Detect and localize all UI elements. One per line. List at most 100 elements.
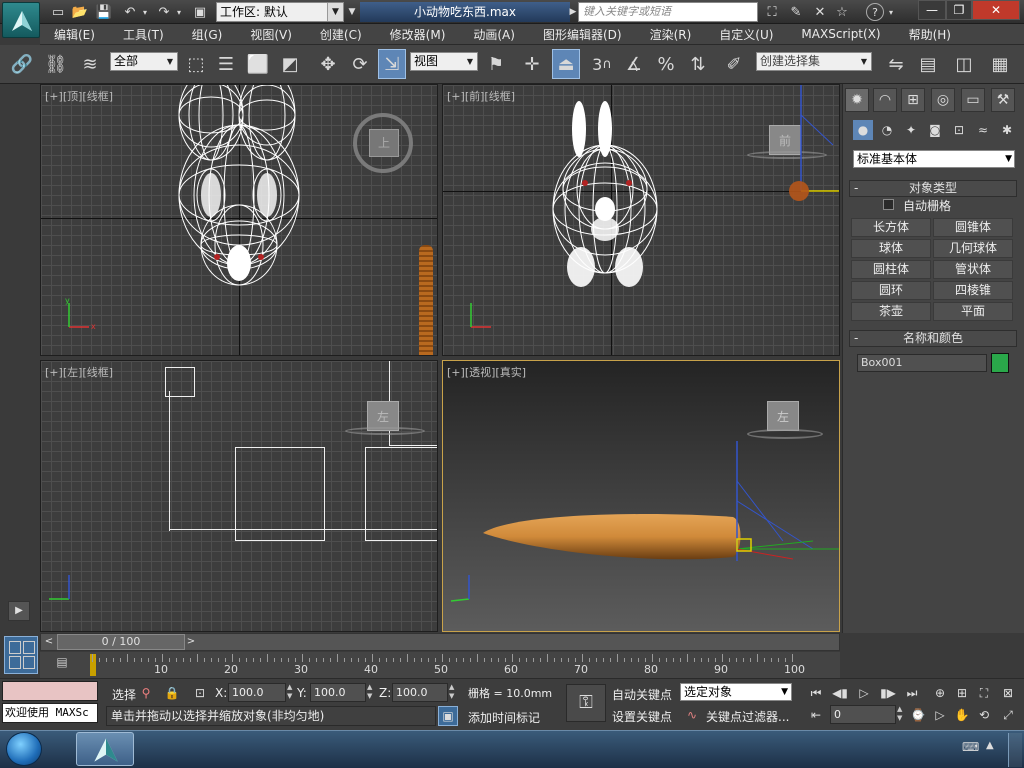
viewport-name-menu[interactable]: [左] bbox=[63, 366, 83, 379]
selection-lock-icon[interactable]: 🔒 bbox=[162, 683, 182, 703]
reference-coord-select[interactable]: 视图 ▼ bbox=[410, 52, 478, 71]
set-key-button[interactable]: 设置关键点 bbox=[612, 708, 672, 725]
isolate-selection-icon[interactable]: ⚲ bbox=[136, 683, 156, 703]
menu-graph-editors[interactable]: 图形编辑器(D) bbox=[529, 26, 636, 43]
systems-icon[interactable]: ✱ bbox=[997, 120, 1017, 140]
select-by-name-icon[interactable]: ☰ bbox=[212, 49, 240, 79]
snaps-toggle-icon[interactable]: 3 ∩ bbox=[588, 49, 616, 79]
undo-icon[interactable]: ↶ bbox=[120, 2, 140, 22]
favorites-star-icon[interactable]: ☆ bbox=[832, 2, 852, 22]
create-cone-button[interactable]: 圆锥体 bbox=[933, 218, 1013, 237]
toggle-ribbon-icon[interactable]: ▦ bbox=[986, 49, 1014, 79]
viewport-shading-menu[interactable]: [线框] bbox=[82, 366, 113, 379]
menu-maxscript[interactable]: MAXScript(X) bbox=[787, 27, 894, 41]
align-icon[interactable]: ▤ bbox=[914, 49, 942, 79]
create-sphere-button[interactable]: 球体 bbox=[851, 239, 931, 258]
spinner-snap-icon[interactable]: ⇅ bbox=[684, 49, 712, 79]
absolute-mode-icon[interactable]: ⊡ bbox=[190, 683, 210, 703]
viewport-shading-menu[interactable]: [线框] bbox=[82, 90, 113, 103]
x-spinner[interactable]: ▲ ▼ bbox=[287, 683, 295, 702]
key-mode-select[interactable]: 选定对象 ▼ bbox=[680, 683, 792, 701]
pan-hand-icon[interactable]: ✋ bbox=[952, 705, 972, 725]
previous-frame-icon[interactable]: ◀▮ bbox=[830, 683, 850, 703]
project-folder-icon[interactable]: ▣ bbox=[190, 2, 210, 22]
viewport-plus-menu[interactable]: [+] bbox=[447, 90, 465, 103]
menu-animation[interactable]: 动画(A) bbox=[459, 26, 529, 43]
viewport-front[interactable]: [+][前][线框] 前 bbox=[442, 84, 840, 356]
menu-help[interactable]: 帮助(H) bbox=[895, 26, 965, 43]
windows-start-button[interactable] bbox=[6, 732, 42, 766]
keyboard-tray-icon[interactable]: ⌨ bbox=[962, 740, 979, 756]
z-coord-field[interactable]: 100.0 bbox=[392, 683, 448, 702]
help-dropdown-icon[interactable]: ▾ bbox=[886, 2, 896, 22]
new-file-icon[interactable]: ▭ bbox=[48, 2, 68, 22]
maximize-button[interactable]: ❐ bbox=[946, 0, 972, 20]
cameras-icon[interactable]: ◙ bbox=[925, 120, 945, 140]
viewport-layout-icon[interactable] bbox=[4, 636, 38, 674]
application-logo-button[interactable] bbox=[2, 2, 40, 38]
y-coord-field[interactable]: 100.0 bbox=[310, 683, 366, 702]
create-tube-button[interactable]: 管状体 bbox=[933, 260, 1013, 279]
viewport-front-label[interactable]: [+][前][线框] bbox=[447, 88, 515, 104]
more-dropdown-icon[interactable]: ▼ bbox=[346, 2, 358, 22]
bind-space-warp-icon[interactable]: ≋ bbox=[76, 49, 104, 79]
percent-snap-icon[interactable]: % bbox=[652, 49, 680, 79]
create-pyramid-button[interactable]: 四棱锥 bbox=[933, 281, 1013, 300]
window-crossing-icon[interactable]: ◩ bbox=[276, 49, 304, 79]
create-box-button[interactable]: 长方体 bbox=[851, 218, 931, 237]
redo-dropdown-icon[interactable]: ▾ bbox=[174, 2, 184, 22]
zoom-all-icon[interactable]: ⊞ bbox=[952, 683, 972, 703]
create-plane-button[interactable]: 平面 bbox=[933, 302, 1013, 321]
lights-icon[interactable]: ✦ bbox=[901, 120, 921, 140]
frame-spinner[interactable]: ▲ ▼ bbox=[897, 705, 905, 724]
menu-rendering[interactable]: 渲染(R) bbox=[636, 26, 706, 43]
search-input[interactable]: 键入关键字或短语 bbox=[578, 2, 758, 22]
menu-edit[interactable]: 编辑(E) bbox=[40, 26, 109, 43]
y-spinner[interactable]: ▲ ▼ bbox=[367, 683, 375, 702]
time-tag-icon[interactable]: ▣ bbox=[438, 706, 458, 726]
layer-manager-icon[interactable]: ◫ bbox=[950, 49, 978, 79]
geometry-icon[interactable]: ● bbox=[853, 120, 873, 140]
pivot-center-icon[interactable]: ⚑ bbox=[482, 49, 510, 79]
autogrid-checkbox[interactable] bbox=[883, 199, 894, 210]
select-object-icon[interactable]: ⬚ bbox=[182, 49, 210, 79]
viewport-name-menu[interactable]: [前] bbox=[465, 90, 485, 103]
close-button[interactable]: ✕ bbox=[972, 0, 1020, 20]
object-type-rollout-header[interactable]: - 对象类型 bbox=[849, 180, 1017, 197]
angle-snap-icon[interactable]: ∡ bbox=[620, 49, 648, 79]
name-color-rollout-header[interactable]: - 名称和颜色 bbox=[849, 330, 1017, 347]
select-manipulate-icon[interactable]: ✛ bbox=[518, 49, 546, 79]
helpers-icon[interactable]: ⊡ bbox=[949, 120, 969, 140]
viewport-top-label[interactable]: [+][顶][线框] bbox=[45, 88, 113, 104]
time-slider-next-icon[interactable]: > bbox=[185, 634, 197, 650]
maximize-viewport-icon[interactable]: ⤢ bbox=[998, 705, 1018, 725]
create-torus-button[interactable]: 圆环 bbox=[851, 281, 931, 300]
create-tab-icon[interactable]: ✹ bbox=[845, 88, 869, 112]
viewport-name-menu[interactable]: [透视] bbox=[465, 366, 496, 379]
utilities-tab-icon[interactable]: ⚒ bbox=[991, 88, 1015, 112]
viewport-plus-menu[interactable]: [+] bbox=[45, 90, 63, 103]
auto-key-button[interactable]: 自动关键点 bbox=[612, 686, 672, 703]
orbit-icon[interactable]: ⟲ bbox=[974, 705, 994, 725]
motion-tab-icon[interactable]: ◎ bbox=[931, 88, 955, 112]
keyboard-shortcut-override-icon[interactable]: ⏏ bbox=[552, 49, 580, 79]
object-color-swatch[interactable] bbox=[991, 353, 1009, 373]
go-to-end-icon[interactable]: ⏭ bbox=[902, 683, 922, 703]
show-desktop-button[interactable] bbox=[1008, 733, 1022, 767]
object-category-select[interactable]: 标准基本体 ▼ bbox=[853, 150, 1015, 168]
key-filters-icon[interactable]: ∿ bbox=[682, 705, 702, 725]
time-configuration-icon[interactable]: ⌚ bbox=[908, 705, 928, 725]
link-icon[interactable]: 🔗 bbox=[8, 49, 36, 79]
binoculars-icon[interactable]: ⛶ bbox=[762, 2, 782, 22]
named-selection-set-select[interactable]: 创建选择集 ▼ bbox=[756, 52, 872, 71]
tray-arrow-icon[interactable]: ▲ bbox=[986, 740, 1002, 756]
select-scale-icon[interactable]: ⇲ bbox=[378, 49, 406, 79]
z-spinner[interactable]: ▲ ▼ bbox=[449, 683, 457, 702]
create-cylinder-button[interactable]: 圆柱体 bbox=[851, 260, 931, 279]
key-mode-toggle-icon[interactable]: ⇤ bbox=[806, 705, 826, 725]
help-icon[interactable]: ? bbox=[866, 3, 884, 21]
save-file-icon[interactable]: 💾 bbox=[94, 2, 114, 22]
unlink-icon[interactable]: ⛓ bbox=[42, 49, 70, 79]
add-time-tag-label[interactable]: 添加时间标记 bbox=[468, 709, 540, 726]
play-icon[interactable]: ▷ bbox=[854, 683, 874, 703]
